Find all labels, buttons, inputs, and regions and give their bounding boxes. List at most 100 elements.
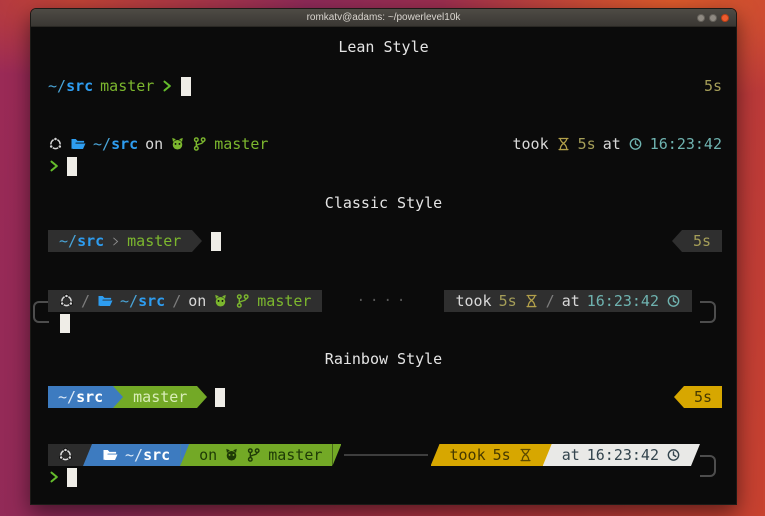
powerline-tail-arrow xyxy=(192,230,202,252)
minimize-button[interactable] xyxy=(697,14,705,22)
lean-heading: Lean Style xyxy=(31,36,736,58)
terminal-window: romkatv@adams: ~/powerlevel10k Lean Styl… xyxy=(30,8,737,505)
cursor-block xyxy=(67,468,77,487)
rainbow-prompt-input-line xyxy=(48,466,722,488)
command-duration: 5s xyxy=(499,290,517,312)
classic-prompt-two-line: / ~/src / on master ···· took 5s / at xyxy=(48,290,722,312)
lean-prompt-input-line xyxy=(48,155,722,177)
at-word: at xyxy=(562,444,580,466)
command-duration: 5s xyxy=(493,444,511,466)
powerline-bar: 5s xyxy=(682,230,722,252)
prompt-frame-left xyxy=(33,301,49,323)
git-branch-name: master xyxy=(100,75,154,97)
classic-heading: Classic Style xyxy=(31,192,736,214)
cursor-block xyxy=(211,232,221,251)
git-branch-icon xyxy=(235,293,250,309)
lean-prompt-two-line: ~/src on master took 5s at 16:23:42 xyxy=(48,133,722,155)
cursor-block xyxy=(67,157,77,176)
clock-icon xyxy=(666,447,681,463)
dir-name: src xyxy=(77,232,104,250)
took-word: took xyxy=(513,133,549,155)
clock-icon xyxy=(666,293,681,309)
cursor-block xyxy=(181,77,191,96)
classic-prompt-single: ~/src master 5s xyxy=(48,230,722,252)
directory-path: ~/src xyxy=(93,133,138,155)
dir-prefix: ~/ xyxy=(59,232,77,250)
directory-path: ~/src xyxy=(120,290,165,312)
powerline-bar: took 5s / at 16:23:42 xyxy=(444,290,692,312)
dir-name: src xyxy=(138,292,165,310)
prompt-chevron-icon xyxy=(48,469,61,485)
git-segment: on master xyxy=(189,444,332,466)
slant-separator xyxy=(691,444,700,466)
dir-prefix: ~/ xyxy=(58,388,76,406)
dir-prefix: ~/ xyxy=(93,135,111,153)
slant-separator xyxy=(83,444,92,466)
directory-path: ~/src xyxy=(58,386,103,408)
cursor-block xyxy=(215,388,225,407)
directory-path: ~/src xyxy=(48,75,93,97)
directory-path: ~/src xyxy=(59,230,104,252)
directory-segment: ~/src xyxy=(92,444,180,466)
hourglass-icon xyxy=(518,447,533,463)
octocat-icon xyxy=(213,293,228,309)
timestamp: 16:23:42 xyxy=(587,290,659,312)
dir-prefix: ~/ xyxy=(48,77,66,95)
hourglass-icon xyxy=(556,136,571,152)
timestamp: 16:23:42 xyxy=(587,444,659,466)
dir-name: src xyxy=(66,77,93,95)
close-button[interactable] xyxy=(721,14,729,22)
ubuntu-logo-icon xyxy=(48,136,63,152)
window-controls xyxy=(697,9,729,27)
git-branch-name: master xyxy=(257,290,311,312)
maximize-button[interactable] xyxy=(709,14,717,22)
window-title: romkatv@adams: ~/powerlevel10k xyxy=(307,9,461,27)
directory-segment: ~/src xyxy=(48,386,113,408)
ubuntu-logo-icon xyxy=(59,293,74,309)
powerline-head-arrow xyxy=(672,230,682,252)
took-word: took xyxy=(450,444,486,466)
hourglass-icon xyxy=(524,293,539,309)
powerline-head-arrow xyxy=(674,386,684,408)
git-branch-name: master xyxy=(214,133,268,155)
folder-icon xyxy=(102,447,118,463)
at-word: at xyxy=(603,133,621,155)
octocat-icon xyxy=(224,447,239,463)
on-word: on xyxy=(145,133,163,155)
command-duration: 5s xyxy=(704,75,722,97)
titlebar[interactable]: romkatv@adams: ~/powerlevel10k xyxy=(31,9,736,27)
dir-prefix: ~/ xyxy=(120,292,138,310)
slant-separator xyxy=(431,444,440,466)
separator-slash: / xyxy=(546,290,555,312)
cursor-block xyxy=(60,314,70,333)
timestamp: 16:23:42 xyxy=(650,133,722,155)
at-word: at xyxy=(562,290,580,312)
classic-prompt-input-line xyxy=(48,312,722,334)
git-branch-icon xyxy=(246,447,261,463)
prompt-chevron-icon xyxy=(48,158,61,174)
separator-slash: / xyxy=(81,290,90,312)
powerline-arrow xyxy=(113,386,123,408)
rainbow-heading: Rainbow Style xyxy=(31,348,736,370)
on-word: on xyxy=(199,444,217,466)
dir-name: src xyxy=(76,388,103,406)
directory-path: ~/src xyxy=(125,444,170,466)
time-segment: at 16:23:42 xyxy=(552,444,691,466)
folder-icon xyxy=(70,136,86,152)
powerline-bar: ~/src master xyxy=(48,230,192,252)
terminal-body[interactable]: Lean Style ~/src master 5s ~/src on mast… xyxy=(31,27,736,504)
slant-separator xyxy=(332,444,341,466)
command-duration: 5s xyxy=(694,386,712,408)
slant-separator xyxy=(180,444,189,466)
gap-dots: ···· xyxy=(357,290,411,312)
octocat-icon xyxy=(170,136,185,152)
git-branch-name: master xyxy=(268,444,322,466)
os-segment xyxy=(48,444,83,466)
command-duration: 5s xyxy=(578,133,596,155)
thin-separator-icon xyxy=(110,234,121,249)
rainbow-prompt-two-line: ~/src on master took 5s xyxy=(48,444,722,466)
separator-slash: / xyxy=(172,290,181,312)
powerline-arrow xyxy=(197,386,207,408)
on-word: on xyxy=(188,290,206,312)
git-branch-icon xyxy=(192,136,207,152)
